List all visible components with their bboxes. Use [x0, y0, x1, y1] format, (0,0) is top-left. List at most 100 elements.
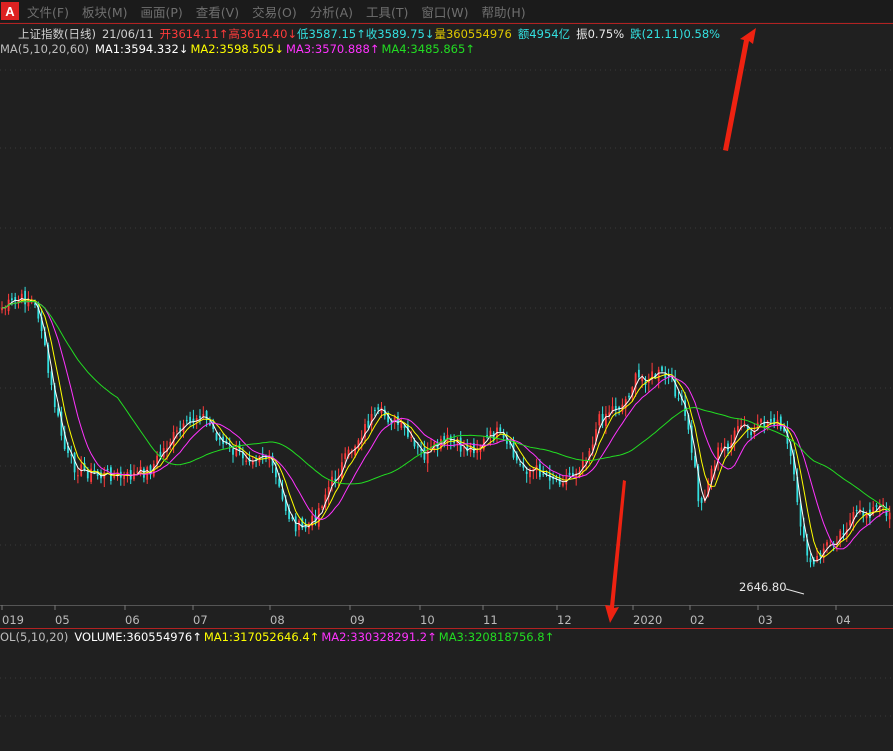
- candle-body: [826, 542, 828, 546]
- candle-body: [499, 427, 502, 432]
- candle-body: [199, 415, 201, 419]
- quote-close: 收3589.75↓: [365, 27, 435, 41]
- vol-ma1: MA1:317052646.4↑: [203, 630, 320, 644]
- candle-body: [519, 464, 521, 466]
- candle-body: [657, 369, 660, 382]
- candle-body: [426, 448, 429, 464]
- candle-body: [727, 443, 729, 451]
- x-axis-label: 10: [420, 613, 435, 627]
- candle-body: [344, 453, 347, 459]
- candle-body: [321, 506, 323, 509]
- x-axis-label: 09: [350, 613, 365, 627]
- candle-body: [423, 447, 426, 460]
- candle-body: [195, 418, 198, 421]
- candle-body: [743, 423, 746, 425]
- candle-body: [605, 413, 607, 426]
- candle-body: [86, 471, 89, 479]
- candle-body: [367, 420, 370, 428]
- candle-body: [875, 504, 878, 508]
- quote-open: 开3614.11↑: [159, 27, 229, 41]
- x-axis-label: 05: [55, 613, 70, 627]
- annotation-arrow-icon: [605, 480, 626, 623]
- ma1-value: MA1:3594.332↓: [94, 42, 189, 56]
- candle-body: [294, 516, 297, 532]
- vol-ma2: MA2:330328291.2↑: [321, 630, 437, 644]
- candle-body: [410, 436, 413, 438]
- candle-body: [779, 416, 782, 429]
- candle-body: [354, 446, 356, 456]
- candle-body: [176, 430, 178, 432]
- ma4-value: MA4:3485.865↑: [381, 42, 475, 56]
- candle-body: [185, 420, 188, 422]
- candle-body: [809, 557, 812, 563]
- quote-amount: 额4954亿: [517, 27, 571, 41]
- candle-body: [548, 473, 551, 481]
- candle-body: [773, 417, 776, 426]
- candle-body: [638, 369, 640, 378]
- candle-body: [869, 509, 871, 518]
- candle-body: [205, 411, 208, 420]
- x-axis-label: 12: [557, 613, 572, 627]
- x-axis-label: 06: [125, 613, 140, 627]
- candle-body: [298, 520, 300, 531]
- candle-body: [677, 398, 680, 400]
- candle-body: [11, 298, 13, 301]
- index-name: 上证指数(日线): [18, 27, 96, 41]
- ma1-line: [1, 298, 890, 562]
- quote-change: 跌(21.11)0.58%: [630, 27, 721, 41]
- ma2-value: MA2:3598.505↓: [190, 42, 284, 56]
- ma-label: MA(5,10,20,60): [0, 42, 89, 56]
- quote-high: 高3614.40↓: [228, 27, 298, 41]
- ma-legend: MA(5,10,20,60) MA1:3594.332↓ MA2:3598.50…: [0, 41, 893, 57]
- low-point-pointer: [785, 588, 805, 595]
- candle-body: [57, 408, 59, 416]
- x-axis-label: 019: [2, 613, 24, 627]
- candle-body: [562, 483, 564, 486]
- candle-body: [377, 407, 380, 410]
- x-axis-label: 03: [758, 613, 773, 627]
- ma2-line: [1, 299, 890, 558]
- low-point-annotation: 2646.80: [739, 580, 787, 594]
- candle-body: [628, 395, 630, 398]
- candle-body: [123, 475, 125, 479]
- candle-body: [106, 468, 109, 471]
- candle-body: [393, 417, 396, 421]
- candle-body: [27, 299, 30, 307]
- candle-body: [397, 416, 399, 425]
- candle-body: [700, 498, 703, 503]
- candle-body: [661, 366, 663, 372]
- candle-body: [159, 451, 162, 456]
- candle-body: [888, 512, 891, 520]
- candle-body: [598, 414, 601, 426]
- x-axis-label: 04: [836, 613, 851, 627]
- volume-legend: OL(5,10,20) VOLUME:360554976↑ MA1:317052…: [0, 629, 893, 645]
- candle-body: [750, 431, 752, 436]
- quote-amplitude: 振0.75%: [576, 27, 625, 41]
- candle-body: [849, 520, 851, 526]
- candle-body: [232, 449, 234, 455]
- candle-body: [245, 460, 248, 463]
- candle-body: [568, 472, 571, 475]
- x-axis-label: 07: [193, 613, 208, 627]
- vol-volume: VOLUME:360554976↑: [74, 630, 202, 644]
- ma3-line: [1, 300, 890, 550]
- vol-label: OL(5,10,20): [0, 630, 69, 644]
- candle-body: [525, 471, 528, 474]
- candle-body: [416, 446, 419, 448]
- candle-body: [542, 473, 545, 475]
- quote-date: 21/06/11: [101, 27, 154, 41]
- x-axis-label: 2020: [633, 613, 663, 627]
- candle-body: [215, 433, 218, 440]
- candle-body: [641, 378, 644, 382]
- candle-body: [136, 471, 139, 473]
- candle-body: [770, 418, 772, 422]
- vol-ma3: MA3:320818756.8↑: [438, 630, 555, 644]
- quote-volume: 量360554976: [434, 27, 512, 41]
- x-axis-label: 11: [483, 613, 498, 627]
- ma4-line: [1, 300, 891, 512]
- quote-low: 低3587.15↑: [297, 27, 366, 41]
- x-axis-label: 02: [690, 613, 705, 627]
- candle-body: [737, 426, 739, 432]
- candle-body: [720, 447, 723, 452]
- candle-body: [133, 472, 135, 480]
